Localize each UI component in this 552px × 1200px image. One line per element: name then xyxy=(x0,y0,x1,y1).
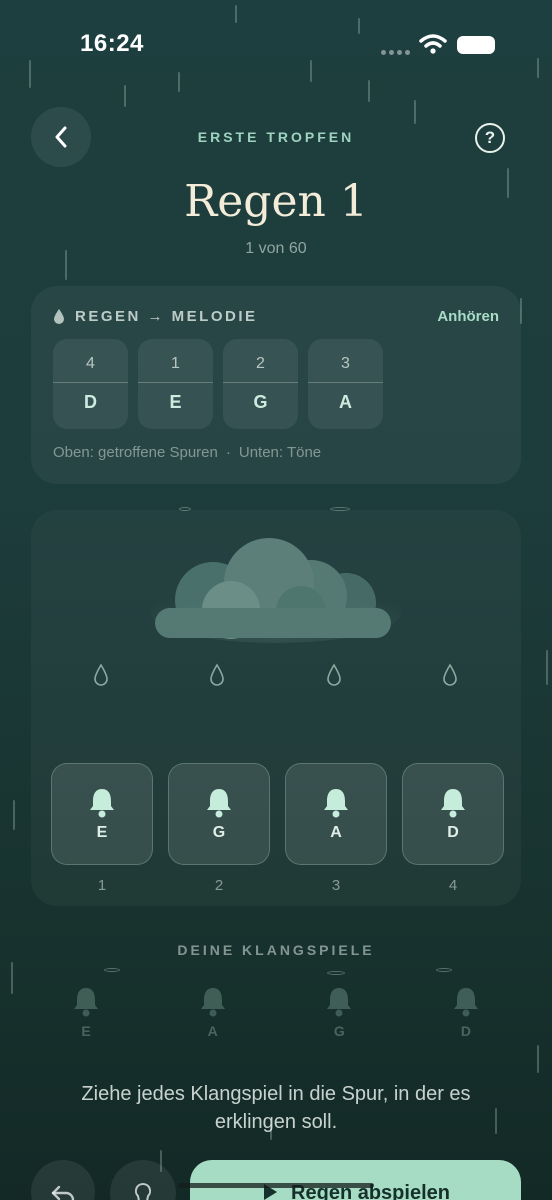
track-slot-2-chime[interactable]: G xyxy=(168,763,270,865)
undo-icon xyxy=(51,1185,75,1200)
home-indicator xyxy=(178,1183,374,1188)
track-number: 2 xyxy=(214,877,224,894)
melody-note: 3 A xyxy=(308,339,383,429)
inventory-chime-note: A xyxy=(207,1023,218,1039)
status-time: 16:24 xyxy=(80,30,144,57)
melody-card-title: REGEN → MELODIE xyxy=(75,308,258,325)
melody-note-track: 1 xyxy=(171,355,180,372)
divider xyxy=(223,382,298,383)
bell-icon xyxy=(90,789,114,818)
inventory-label: DEINE KLANGSPIELE xyxy=(177,942,375,958)
divider xyxy=(308,382,383,383)
melody-note: 4 D xyxy=(53,339,128,429)
inventory-chime[interactable]: E xyxy=(59,985,113,1039)
chime-note: A xyxy=(330,824,342,841)
melody-note-tone: E xyxy=(169,392,182,412)
play-area: E G A D 1 2 3 4 xyxy=(31,510,521,906)
inventory-items: E A G D xyxy=(31,985,521,1039)
melody-note-tone: A xyxy=(339,392,352,412)
cloud-icon xyxy=(151,538,401,643)
melody-note-track: 3 xyxy=(341,355,350,372)
wifi-icon xyxy=(419,34,447,54)
melody-note-tone: D xyxy=(84,392,97,412)
play-rain-button[interactable]: Regen abspielen xyxy=(190,1160,521,1200)
bell-icon xyxy=(441,789,465,818)
divider xyxy=(53,382,128,383)
bell-icon xyxy=(453,988,478,1017)
instruction-text: Ziehe jedes Klangspiel in die Spur, in d… xyxy=(81,1083,471,1133)
melody-note-track: 2 xyxy=(256,355,265,372)
bell-icon xyxy=(200,988,225,1017)
inventory-chime-note: E xyxy=(81,1023,91,1039)
melody-note: 2 G xyxy=(223,339,298,429)
caption-separator: · xyxy=(225,444,231,461)
raindrop-icon xyxy=(443,663,457,686)
melody-caption: Oben: getroffene Spuren · Unten: Töne xyxy=(53,444,321,461)
inventory-chime-note: G xyxy=(333,1023,345,1039)
battery-icon xyxy=(457,36,495,54)
inventory-chime[interactable]: D xyxy=(439,985,493,1039)
bell-icon xyxy=(207,789,231,818)
lightbulb-icon xyxy=(134,1182,152,1200)
track-number: 4 xyxy=(448,877,458,894)
level-group-label: ERSTE TROPFEN xyxy=(197,129,355,145)
raindrop-icon xyxy=(94,663,108,686)
raindrop-icon xyxy=(54,309,64,324)
chime-note: D xyxy=(447,824,459,841)
melody-note: 1 E xyxy=(138,339,213,429)
undo-button[interactable] xyxy=(31,1160,95,1200)
page-title: Regen 1 xyxy=(184,176,368,227)
track-slot-4-chime[interactable]: D xyxy=(402,763,504,865)
bell-icon xyxy=(74,988,98,1017)
melody-note-tone: G xyxy=(253,392,268,412)
status-bar: 16:24 xyxy=(0,0,552,90)
inventory-chime[interactable]: A xyxy=(186,985,240,1039)
help-button[interactable]: ? xyxy=(475,123,505,153)
melody-note-track: 4 xyxy=(86,355,95,372)
melody-card: REGEN → MELODIE Anhören 4 D 1 E 2 G 3 A … xyxy=(31,286,521,484)
question-icon: ? xyxy=(484,128,496,147)
level-progress: 1 von 60 xyxy=(245,240,307,257)
melody-notes: 4 D 1 E 2 G 3 A xyxy=(53,339,383,429)
track-slot-1-chime[interactable]: E xyxy=(51,763,153,865)
divider xyxy=(138,382,213,383)
caption-top: Oben: getroffene Spuren xyxy=(53,444,218,461)
inventory-chime-note: D xyxy=(460,1023,472,1039)
bell-icon xyxy=(327,988,352,1017)
caption-bottom: Unten: Töne xyxy=(238,444,322,461)
chime-note: E xyxy=(96,824,108,841)
track-slots: E G A D xyxy=(51,763,504,865)
bell-icon xyxy=(324,789,348,818)
track-slot-3-chime[interactable]: A xyxy=(285,763,387,865)
cellular-signal-icon xyxy=(381,50,410,55)
inventory-chime[interactable]: G xyxy=(312,985,366,1039)
listen-button[interactable]: Anhören xyxy=(437,308,499,325)
hint-button[interactable] xyxy=(110,1160,176,1200)
chime-note: G xyxy=(212,824,226,841)
raindrop-icon xyxy=(210,663,224,686)
raindrop-icon xyxy=(327,663,341,686)
track-number: 3 xyxy=(331,877,341,894)
track-numbers: 1 2 3 4 xyxy=(51,877,504,894)
track-number: 1 xyxy=(97,877,107,894)
